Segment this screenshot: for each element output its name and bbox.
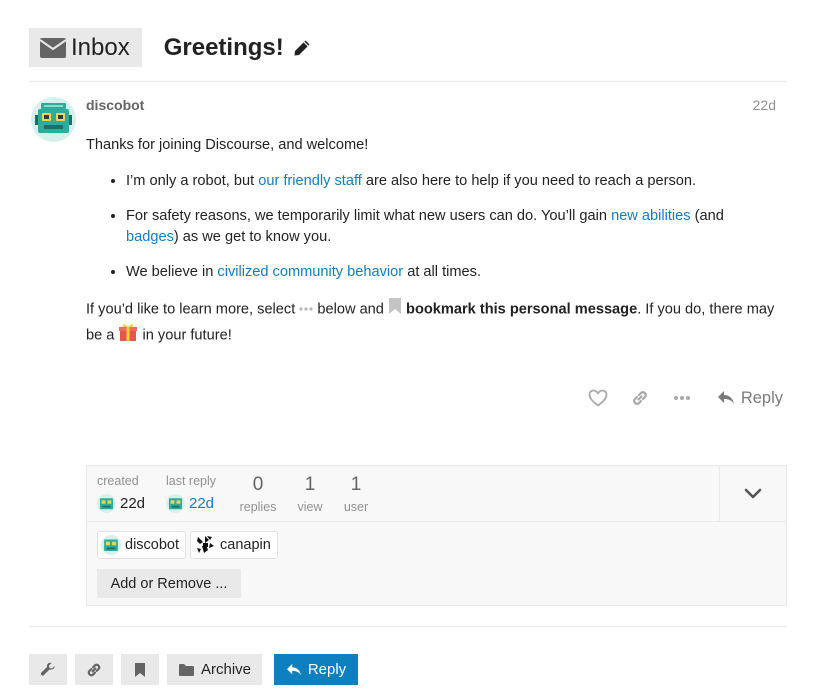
bullet-text: at all times. [403, 264, 482, 280]
topic-footer-buttons: Archive Reply [29, 654, 358, 685]
pencil-icon[interactable] [292, 38, 312, 58]
post-bullet-list: I’m only a robot, but our friendly staff… [86, 171, 776, 283]
topic-title-text: Greetings! [163, 33, 284, 61]
more-actions-button[interactable] [661, 384, 703, 412]
post-intro: Thanks for joining Discourse, and welcom… [86, 137, 369, 153]
envelope-icon [39, 37, 67, 59]
topic-reply-label: Reply [307, 661, 347, 678]
users-count: 1 [350, 474, 362, 495]
ellipsis-icon [673, 395, 691, 401]
like-button[interactable] [577, 384, 619, 412]
topic-title: Greetings! [164, 34, 312, 62]
chevron-down-icon [744, 488, 762, 500]
users-stat: 1 user [340, 474, 372, 514]
topic-header: Inbox Greetings! [29, 28, 312, 67]
discobot-avatar[interactable] [31, 97, 76, 142]
participant-chip-canapin[interactable]: canapin [190, 531, 278, 559]
archive-label: Archive [200, 661, 252, 678]
outro-text: below and [313, 301, 388, 318]
bullet-text: For safety reasons, we temporarily limit… [126, 208, 612, 224]
canapin-avatar [194, 534, 216, 556]
list-item: For safety reasons, we temporarily limit… [126, 206, 776, 248]
bullet-text: ) as we get to know you. [173, 229, 332, 245]
link-icon [630, 388, 650, 408]
new-abilities-link[interactable]: new abilities [611, 208, 691, 224]
created-date: 22d [120, 495, 146, 512]
users-label: user [343, 500, 369, 514]
folder-icon [178, 663, 195, 677]
list-item: I’m only a robot, but our friendly staff… [126, 171, 776, 192]
reply-icon [717, 390, 735, 406]
bullet-text: We believe in [126, 264, 218, 280]
last-reply-value: 22d [166, 494, 216, 513]
last-reply-label: last reply [166, 474, 217, 488]
participant-chip-discobot[interactable]: discobot [97, 531, 187, 559]
bullet-text: are also here to help if you need to rea… [361, 173, 697, 189]
discobot-mini-avatar [101, 535, 121, 555]
topic-reply-button[interactable]: Reply [274, 654, 358, 685]
badges-link[interactable]: badges [126, 229, 174, 245]
heart-icon [588, 389, 608, 407]
bookmark-topic-button[interactable] [121, 654, 159, 685]
post-outro: If you’d like to learn more, select belo… [86, 297, 776, 349]
share-link-button[interactable] [619, 384, 661, 412]
archive-button[interactable]: Archive [167, 654, 262, 685]
post-actions: Reply [577, 384, 789, 412]
gift-icon [118, 322, 138, 349]
list-item: We believe in civilized community behavi… [126, 262, 776, 283]
bullet-text: (and [690, 208, 724, 224]
post-date[interactable]: 22d [753, 97, 776, 113]
ellipsis-icon [299, 299, 313, 320]
bookmark-icon [134, 662, 146, 678]
topic-map: created 22d last reply 22d 0 replies 1 v… [86, 465, 787, 606]
post-reply-button[interactable]: Reply [711, 389, 789, 408]
header-divider [29, 81, 787, 82]
last-reply-stat[interactable]: last reply 22d [166, 474, 216, 513]
participant-name: discobot [125, 537, 180, 553]
created-label: created [97, 474, 139, 488]
participant-name: canapin [220, 537, 271, 553]
community-behavior-link[interactable]: civilized community behavior [217, 264, 403, 280]
replies-count: 0 [252, 474, 264, 495]
footer-divider [29, 626, 787, 627]
bullet-text: I’m only a robot, but [126, 173, 259, 189]
admin-wrench-button[interactable] [29, 654, 67, 685]
post-reply-label: Reply [740, 388, 783, 407]
views-count: 1 [304, 474, 316, 495]
reply-icon [286, 663, 302, 677]
outro-text: If you’d like to learn more, select [86, 301, 300, 318]
share-topic-button[interactable] [75, 654, 113, 685]
inbox-label: Inbox [71, 33, 130, 61]
replies-stat: 0 replies [237, 474, 279, 514]
post-username[interactable]: discobot [86, 97, 144, 113]
topic-map-expand-button[interactable] [719, 466, 786, 521]
bookmark-instruction: bookmark this personal message [406, 301, 638, 318]
friendly-staff-link[interactable]: our friendly staff [258, 173, 362, 189]
replies-label: replies [239, 500, 277, 514]
post-body: Thanks for joining Discourse, and welcom… [86, 135, 776, 349]
created-stat: created 22d [97, 474, 145, 513]
discobot-mini-avatar [97, 494, 116, 513]
inbox-button[interactable]: Inbox [29, 28, 142, 67]
wrench-icon [40, 662, 56, 678]
views-label: view [297, 500, 323, 514]
outro-text: in your future! [138, 327, 232, 344]
link-icon [85, 661, 103, 679]
add-remove-participants-button[interactable]: Add or Remove ... [97, 569, 241, 598]
discobot-mini-avatar [166, 494, 185, 513]
last-reply-date: 22d [189, 495, 215, 512]
views-stat: 1 view [294, 474, 326, 514]
topic-map-summary: created 22d last reply 22d 0 replies 1 v… [87, 466, 786, 522]
bookmark-icon [388, 297, 402, 322]
created-value: 22d [97, 494, 145, 513]
